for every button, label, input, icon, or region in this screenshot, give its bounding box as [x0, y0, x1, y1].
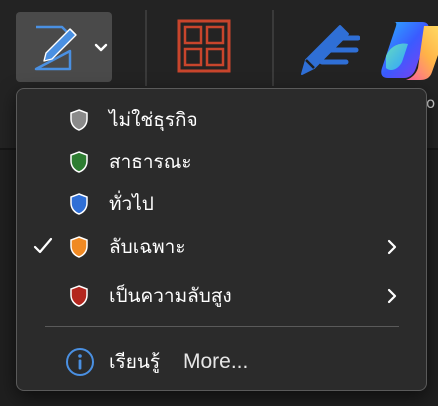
- chevron-right-icon: [387, 239, 397, 255]
- more-link[interactable]: More...: [183, 349, 248, 375]
- learn-label: เรียนรู้: [109, 351, 161, 373]
- shield-icon: [70, 109, 88, 131]
- pen-icon[interactable]: [296, 16, 360, 80]
- sensitivity-button[interactable]: [16, 12, 112, 82]
- menu-item-label: สาธารณะ: [109, 151, 192, 173]
- sensitivity-icon: [34, 25, 77, 71]
- menu-item-label: ลับเฉพาะ: [109, 236, 186, 258]
- menu-item-confidential[interactable]: ลับเฉพาะ: [17, 227, 426, 267]
- menu-item-label: ทั่วไป: [109, 193, 154, 215]
- menu-item-public[interactable]: สาธารณะ: [17, 142, 426, 182]
- menu-item-non-business[interactable]: ไม่ใช่ธุรกิจ: [17, 100, 426, 140]
- menu-item-highly-confidential[interactable]: เป็นความลับสูง: [17, 276, 426, 316]
- ribbon-separator: [145, 10, 147, 86]
- shield-icon: [70, 193, 88, 215]
- shield-icon: [70, 151, 88, 173]
- shield-icon: [70, 285, 88, 307]
- chevron-down-icon[interactable]: [94, 43, 108, 53]
- shield-icon: [70, 236, 88, 258]
- menu-item-label: เป็นความลับสูง: [109, 285, 232, 307]
- ribbon-separator: [272, 10, 274, 86]
- menu-item-general[interactable]: ทั่วไป: [17, 184, 426, 224]
- menu-divider: [45, 326, 399, 327]
- grid-layout-icon[interactable]: [176, 18, 232, 74]
- info-icon: [66, 348, 94, 376]
- menu-item-label: ไม่ใช่ธุรกิจ: [109, 109, 198, 131]
- learn-more-item[interactable]: เรียนรู้ More...: [17, 342, 426, 382]
- ribbon-label-stub: o: [426, 94, 436, 112]
- checkmark-icon: [33, 237, 53, 254]
- chevron-right-icon: [387, 288, 397, 304]
- copilot-icon[interactable]: [376, 16, 438, 84]
- sensitivity-dropdown-menu: ไม่ใช่ธุรกิจ สาธารณะ ทั่วไป ลับเฉพาะ เป็…: [16, 88, 427, 391]
